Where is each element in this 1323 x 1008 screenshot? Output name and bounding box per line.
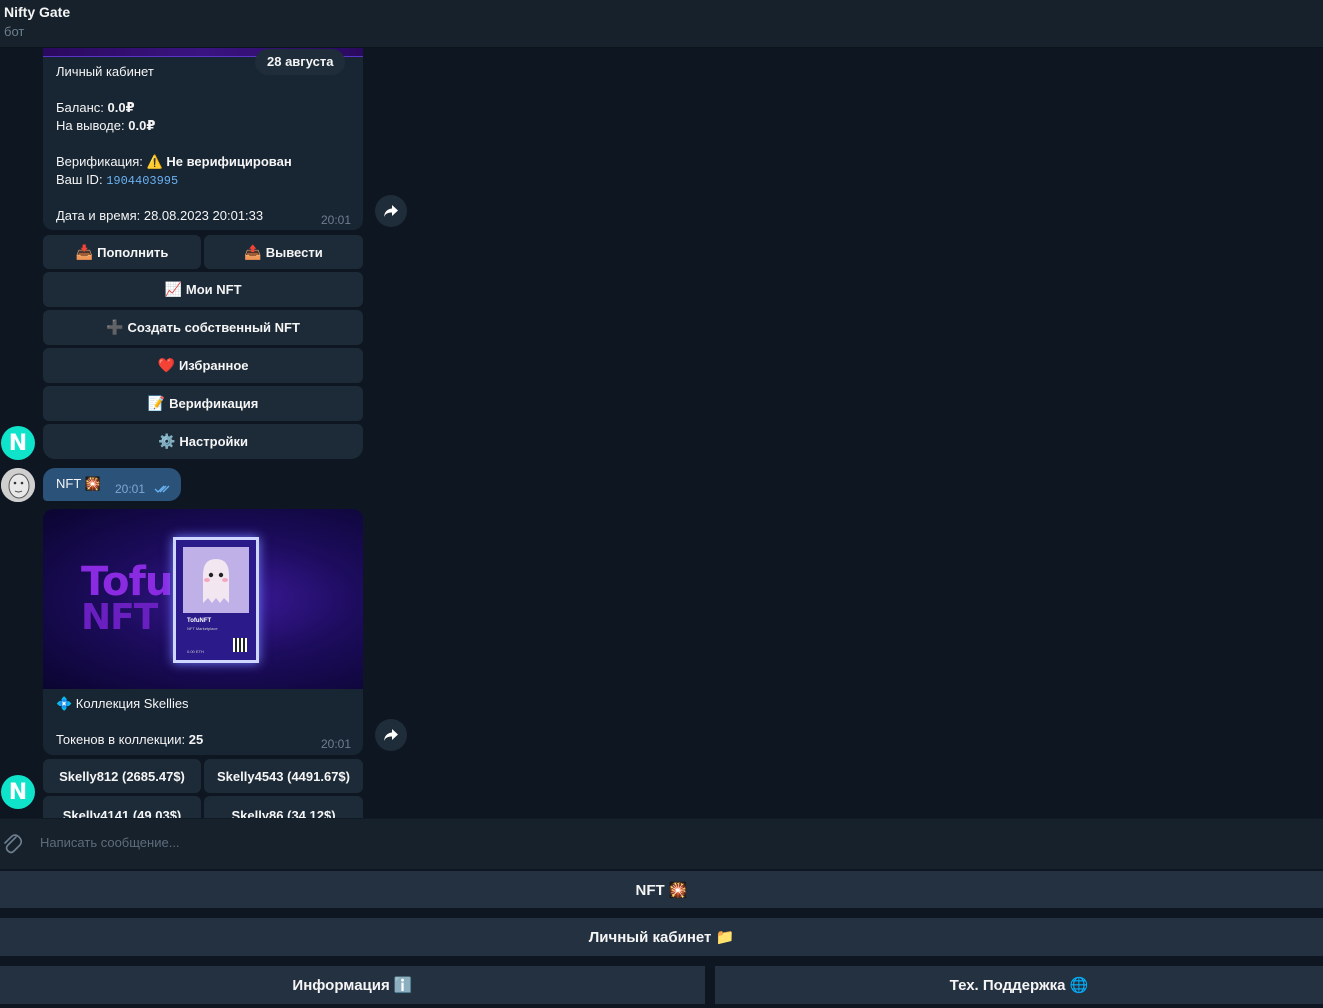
- user-avatar-image: [1, 468, 35, 502]
- message-input[interactable]: Написать сообщение...: [40, 835, 180, 850]
- double-check-icon: [154, 485, 170, 493]
- chart-icon: 📈: [164, 281, 182, 297]
- cabinet-message: Личный кабинет 28 августа Баланс: 0.0₽ Н…: [43, 48, 363, 230]
- nft-card: TofuNFT NFT Marketplace 0.00 ETH: [173, 537, 259, 663]
- user-message-time: 20:01: [115, 482, 146, 496]
- chat-title: Nifty Gate: [4, 4, 71, 20]
- nft-item-button[interactable]: Skelly812 (2685.47$): [43, 759, 201, 793]
- share-icon: [384, 205, 398, 217]
- nft-item-button[interactable]: Skelly86 (34.12$): [204, 796, 363, 818]
- topup-button[interactable]: 📥 Пополнить: [43, 235, 201, 269]
- tokens-value: 25: [188, 732, 204, 747]
- memo-icon: 📝: [147, 395, 166, 411]
- withdraw-value: 0.0₽: [128, 118, 156, 133]
- withdraw-line: На выводе: 0.0₽: [56, 118, 155, 134]
- forward-button[interactable]: [375, 719, 407, 751]
- forward-button[interactable]: [375, 195, 407, 227]
- tokens-line: Токенов в коллекции: 25: [56, 732, 203, 748]
- nft-card-title: TofuNFT: [187, 618, 212, 624]
- heart-icon: ❤️: [157, 357, 175, 373]
- user-message: NFT 🎇 20:01: [43, 468, 181, 501]
- collection-message: Tofu NFT TofuNFT NFT Marketplace 0.00 ET…: [43, 509, 363, 755]
- collection-time: 20:01: [321, 737, 352, 751]
- verification-label: Верификация:: [56, 154, 143, 169]
- chat-subtitle: бот: [4, 24, 25, 39]
- message-list[interactable]: Личный кабинет 28 августа Баланс: 0.0₽ Н…: [0, 48, 1323, 818]
- nft-reply-button[interactable]: NFT 🎇: [0, 871, 1323, 908]
- withdraw-button[interactable]: 📤 Вывести: [204, 235, 363, 269]
- balance-line: Баланс: 0.0₽: [56, 100, 135, 116]
- telegram-window: Nifty Gate бот Личный кабинет 28 августа…: [0, 0, 1323, 1008]
- support-reply-button[interactable]: Тех. Поддержка 🌐: [715, 966, 1323, 1004]
- user-id-code[interactable]: 1904403995: [106, 174, 178, 188]
- bot-avatar[interactable]: N: [1, 426, 35, 460]
- collection-title: 💠 Коллекция Skellies: [56, 696, 189, 711]
- nft-card-image: [183, 547, 249, 613]
- chat-header[interactable]: Nifty Gate бот: [0, 0, 1323, 48]
- balance-value: 0.0₽: [107, 100, 135, 115]
- settings-button[interactable]: ⚙️ Настройки: [43, 424, 363, 459]
- collection-banner[interactable]: Tofu NFT TofuNFT NFT Marketplace 0.00 ET…: [43, 509, 363, 689]
- id-label: Ваш ID:: [56, 172, 103, 187]
- verification-label-btn: Верификация: [169, 396, 259, 411]
- create-nft-button[interactable]: ➕ Создать собственный NFT: [43, 310, 363, 345]
- outbox-icon: 📤: [244, 243, 262, 260]
- message-time: 20:01: [321, 213, 352, 227]
- nft-card-price: 0.00 ETH: [187, 649, 204, 654]
- nft-item-button[interactable]: Skelly4141 (49.03$): [43, 796, 201, 818]
- info-reply-button[interactable]: Информация ℹ️: [0, 966, 705, 1004]
- balance-label: Баланс:: [56, 100, 104, 115]
- favorites-label: Избранное: [178, 358, 249, 373]
- my-nft-label: Мои NFT: [185, 282, 242, 297]
- bot-avatar[interactable]: N: [1, 775, 35, 809]
- date-pill: 28 августа: [255, 49, 346, 75]
- create-nft-label: Создать собственный NFT: [127, 320, 300, 335]
- withdraw-label: Вывести: [265, 244, 323, 260]
- datetime-line: Дата и время: 28.08.2023 20:01:33: [56, 208, 264, 223]
- favorites-button[interactable]: ❤️ Избранное: [43, 348, 363, 383]
- inbox-icon: 📥: [75, 243, 94, 260]
- topup-label: Пополнить: [97, 244, 169, 260]
- ghost-icon: [203, 559, 229, 603]
- withdraw-label: На выводе:: [56, 118, 125, 133]
- qr-code-icon: [233, 638, 247, 652]
- plus-icon: ➕: [106, 319, 124, 335]
- cabinet-reply-button[interactable]: Личный кабинет 📁: [0, 918, 1323, 956]
- banner-title-2: NFT: [81, 597, 158, 638]
- user-avatar[interactable]: [1, 468, 35, 502]
- nft-card-subtitle: NFT Marketplace: [187, 626, 218, 631]
- settings-label: Настройки: [179, 434, 249, 449]
- message-composer: Написать сообщение...: [0, 818, 1323, 869]
- id-line: Ваш ID: 1904403995: [56, 172, 178, 189]
- nft-item-button[interactable]: Skelly4543 (4491.67$): [204, 759, 363, 793]
- attach-icon[interactable]: [2, 831, 23, 860]
- share-icon: [384, 729, 398, 741]
- verification-line: Верификация: ⚠️ Не верифицирован: [56, 154, 292, 170]
- cabinet-title: Личный кабинет: [56, 64, 154, 79]
- my-nft-button[interactable]: 📈 Мои NFT: [43, 272, 363, 307]
- user-message-text: NFT 🎇: [56, 476, 101, 491]
- gear-icon: ⚙️: [157, 433, 176, 449]
- verification-button[interactable]: 📝 Верификация: [43, 386, 363, 421]
- verification-status: ⚠️ Не верифицирован: [146, 154, 292, 169]
- tokens-label: Токенов в коллекции:: [56, 732, 186, 747]
